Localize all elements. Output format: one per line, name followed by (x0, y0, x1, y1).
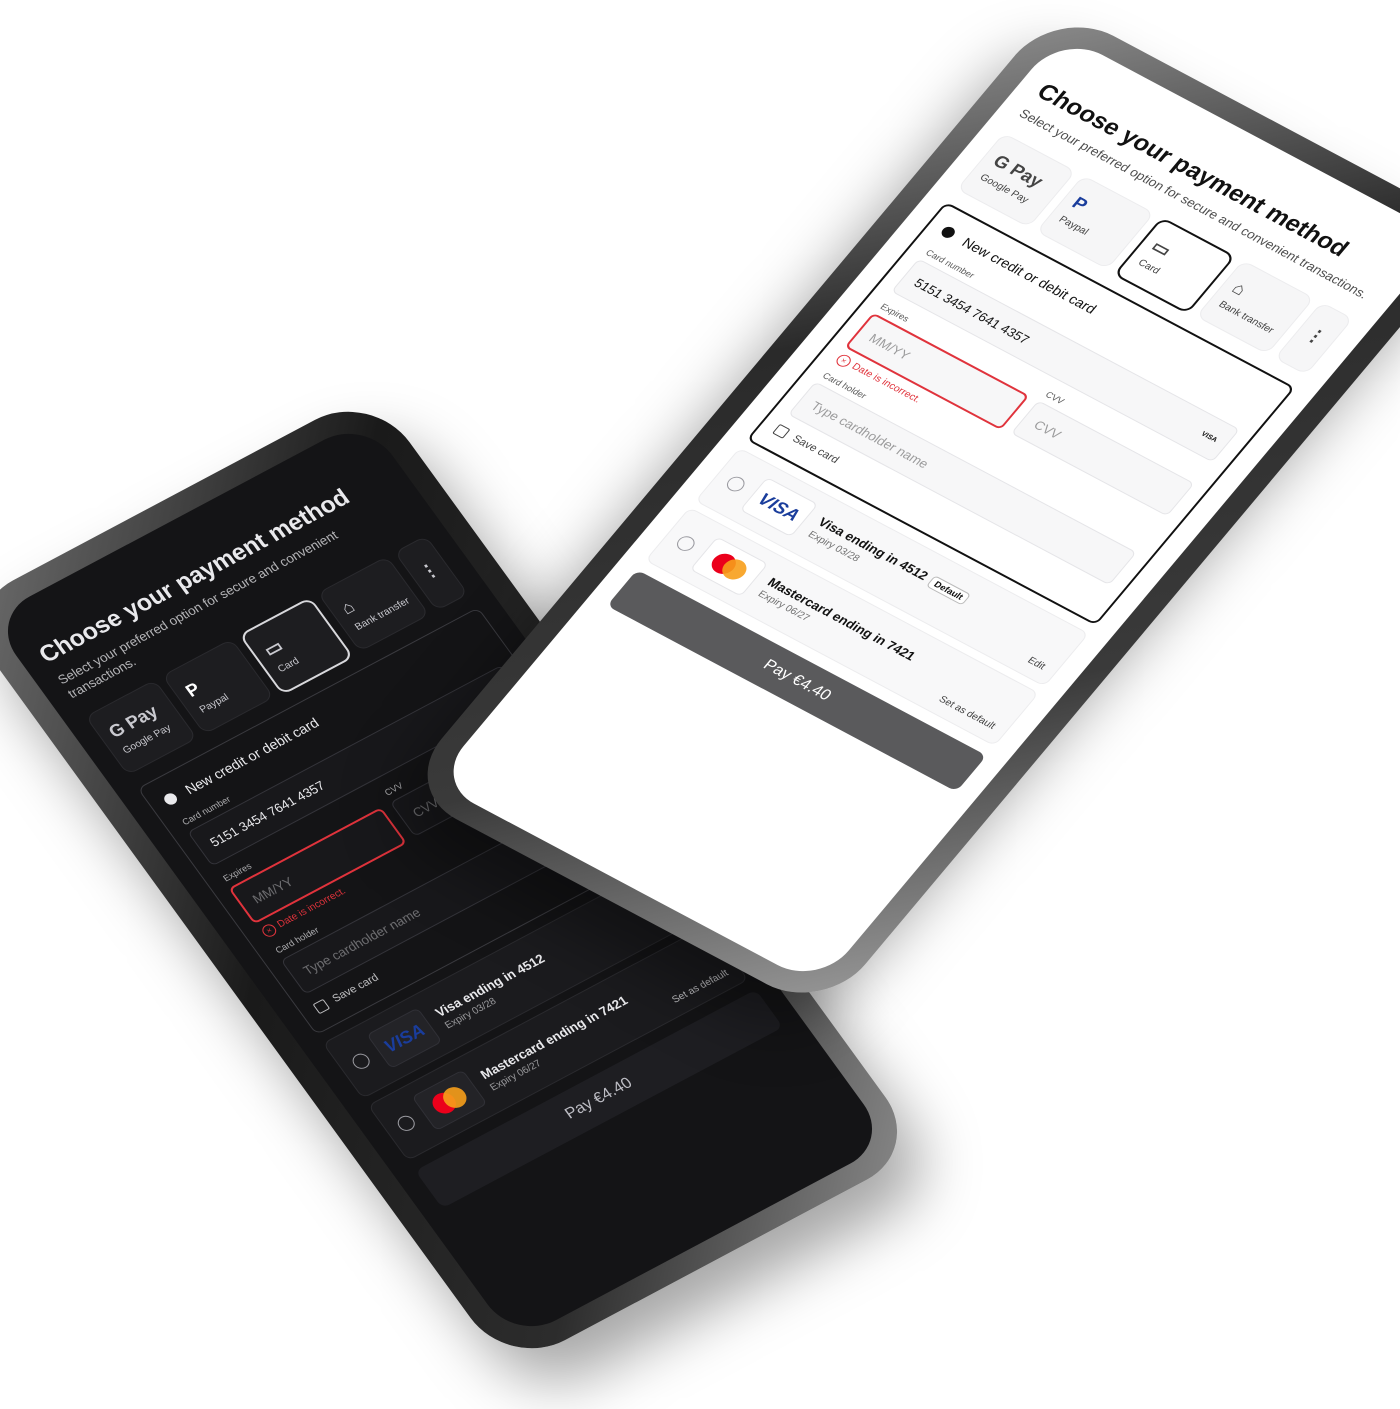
expires-placeholder: MM/YY (249, 873, 296, 906)
light-phone-screen: Choose your payment method Select your p… (433, 33, 1400, 987)
edit-link[interactable]: Edit (1025, 655, 1047, 672)
radio-unselected[interactable] (349, 1050, 373, 1072)
radio-unselected[interactable] (723, 474, 749, 495)
more-vertical-icon: ⋮ (415, 557, 444, 583)
set-default-link[interactable]: Set as default (936, 694, 997, 731)
radio-unselected[interactable] (394, 1113, 419, 1134)
checkbox-icon[interactable] (772, 423, 791, 439)
more-vertical-icon: ⋮ (1301, 323, 1331, 348)
checkbox-icon[interactable] (312, 998, 331, 1015)
radio-unselected[interactable] (673, 533, 699, 554)
visa-logo-text: VISA (754, 488, 805, 525)
visa-small-logo: VISA (1199, 430, 1219, 444)
set-default-link[interactable]: Set as default (670, 968, 731, 1006)
cvv-placeholder: CVV (1031, 417, 1065, 442)
radio-selected[interactable] (938, 224, 958, 240)
mastercard-logo (411, 1069, 488, 1132)
radio-selected[interactable] (161, 791, 180, 807)
visa-logo: VISA (739, 477, 819, 538)
mastercard-logo (689, 536, 769, 597)
mastercard-icon (706, 550, 752, 584)
visa-logo-text: VISA (379, 1019, 429, 1056)
expires-placeholder: MM/YY (866, 330, 914, 363)
mastercard-icon (427, 1083, 472, 1118)
visa-logo: VISA (366, 1007, 443, 1070)
light-phone-mockup: Choose your payment method Select your p… (399, 5, 1400, 1015)
